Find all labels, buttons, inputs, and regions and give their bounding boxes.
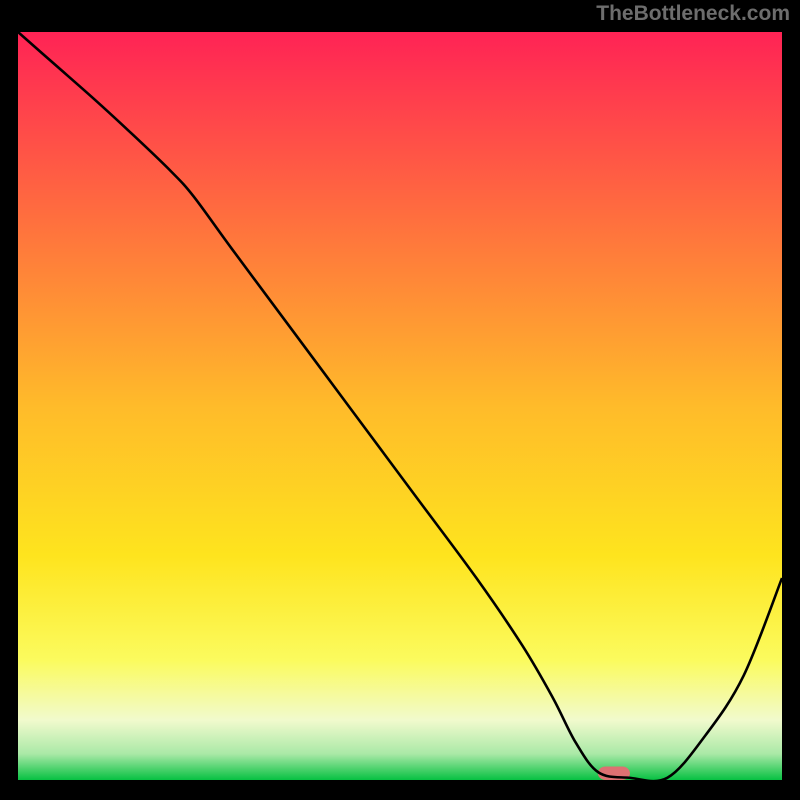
- chart-frame: TheBottleneck.com: [0, 0, 800, 800]
- chart-svg: [18, 32, 782, 780]
- plot-area: [18, 32, 782, 780]
- watermark-text: TheBottleneck.com: [596, 2, 790, 26]
- gradient-background: [18, 32, 782, 780]
